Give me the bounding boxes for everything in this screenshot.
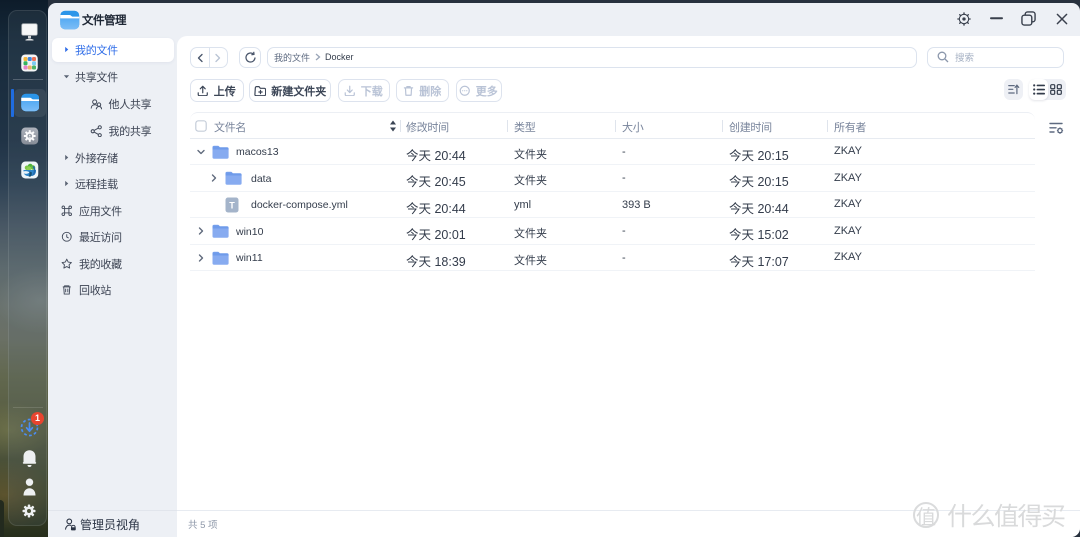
svg-text:T: T [229,200,235,210]
